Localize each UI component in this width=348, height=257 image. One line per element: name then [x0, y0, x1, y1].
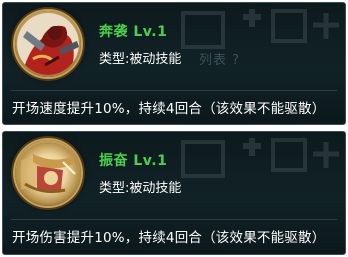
skill-name: 振奋 Lv.1	[99, 153, 168, 169]
divider	[11, 219, 337, 220]
skill-description: 开场速度提升10%，持续4回合（该效果不能驱散）	[12, 101, 326, 117]
skill-type: 类型:被动技能	[99, 52, 182, 67]
divider	[11, 90, 337, 91]
background-ornament	[181, 138, 339, 178]
skill-card-1: 列表 ? 奔袭 Lv.1 类型:被动技能 开场速度提升10%，持续4回合（该效果…	[2, 2, 346, 125]
background-ghost-text: 列表 ?	[199, 53, 241, 68]
skill-description: 开场伤害提升10%，持续4回合（该效果不能驱散）	[12, 230, 326, 246]
charging-warrior-icon	[17, 13, 79, 75]
skill-icon-inspire[interactable]	[15, 140, 81, 206]
skill-type: 类型:被动技能	[99, 181, 182, 196]
war-horn-icon	[17, 142, 79, 204]
skill-name: 奔袭 Lv.1	[99, 24, 168, 40]
skill-icon-charge[interactable]	[15, 11, 81, 77]
skill-card-2: 振奋 Lv.1 类型:被动技能 开场伤害提升10%，持续4回合（该效果不能驱散）	[2, 131, 346, 255]
